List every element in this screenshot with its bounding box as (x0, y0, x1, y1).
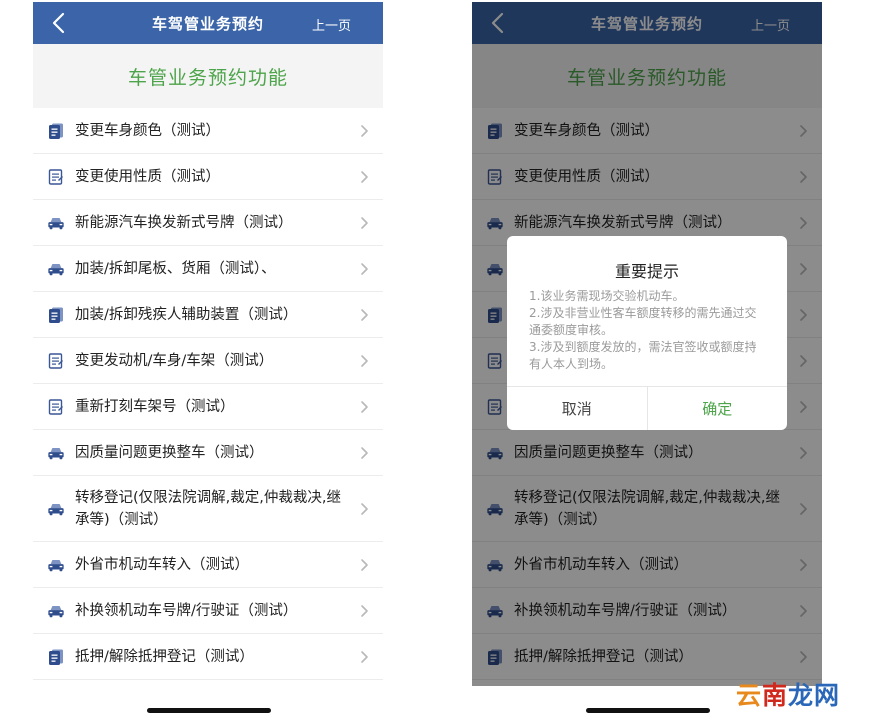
list-item-label: 变更使用性质（测试） (75, 168, 220, 185)
list-item[interactable]: 外省市机动车转入（测试） (33, 542, 383, 588)
cancel-button[interactable]: 取消 (507, 387, 648, 430)
chevron-right-icon (361, 446, 368, 459)
chevron-right-icon (361, 502, 368, 515)
chevron-right-icon (361, 308, 368, 321)
service-list: 变更车身颜色（测试） 变更使用性质（测试） 新能源汽车换发新式号牌（测试） 加装/拆卸… (33, 108, 383, 680)
list-item[interactable]: 抵押/解除抵押登记（测试） (33, 634, 383, 680)
site-watermark: 云南龙网 (736, 676, 840, 712)
chevron-right-icon (361, 650, 368, 663)
car-icon (47, 602, 65, 620)
car-icon (47, 556, 65, 574)
list-item[interactable]: 新能源汽车换发新式号牌（测试） (33, 200, 383, 246)
notice-dialog: 重要提示 1.该业务需现场交验机动车。 2.涉及非营业性客车额度转移的需先通过交… (507, 236, 787, 430)
chevron-right-icon (361, 400, 368, 413)
dialog-body: 1.该业务需现场交验机动车。 2.涉及非营业性客车额度转移的需先通过交通委额度审… (507, 288, 787, 388)
list-item-label: 重新打刻车架号（测试） (75, 398, 235, 415)
list-item-label: 外省市机动车转入（测试） (75, 556, 249, 573)
watermark-part: 龙网 (788, 681, 841, 710)
watermark-part: 云 (736, 681, 763, 710)
dialog-actions: 取消 确定 (507, 386, 787, 430)
list-item-label: 变更车身颜色（测试） (75, 122, 220, 139)
chevron-right-icon (361, 558, 368, 571)
list-item-label: 新能源汽车换发新式号牌（测试） (75, 214, 293, 231)
back-arrow-icon[interactable] (49, 12, 71, 34)
home-indicator[interactable] (147, 708, 271, 713)
phone-screen-right: 车驾管业务预约 上一页 车管业务预约功能 变更车身颜色（测试） 变更使用性质（测试… (472, 2, 822, 686)
confirm-button[interactable]: 确定 (648, 387, 788, 430)
dialog-line: 1.该业务需现场交验机动车。 (529, 289, 685, 303)
car-icon (47, 444, 65, 462)
dialog-line: 2.涉及非营业性客车额度转移的需先通过交通委额度审核。 (529, 306, 757, 337)
list-item[interactable]: 因质量问题更换整车（测试） (33, 430, 383, 476)
document-icon (47, 648, 65, 666)
list-item[interactable]: 加装/拆卸残疾人辅助装置（测试） (33, 292, 383, 338)
car-icon (47, 214, 65, 232)
list-item[interactable]: 加装/拆卸尾板、货厢（测试）、 (33, 246, 383, 292)
phone-screen-left: 车驾管业务预约 上一页 车管业务预约功能 变更车身颜色（测试） 变更使用性质（测试… (33, 2, 383, 686)
list-item[interactable]: 重新打刻车架号（测试） (33, 384, 383, 430)
document-icon (47, 122, 65, 140)
chevron-right-icon (361, 354, 368, 367)
chevron-right-icon (361, 124, 368, 137)
dialog-line: 3.涉及到额度发放的，需法官签收或额度持有人本人到场。 (529, 340, 757, 371)
watermark-part: 南 (762, 681, 789, 710)
list-item-label: 因质量问题更换整车（测试） (75, 444, 264, 461)
dialog-title: 重要提示 (614, 262, 679, 281)
chevron-right-icon (361, 604, 368, 617)
list-item-label: 抵押/解除抵押登记（测试） (75, 648, 254, 665)
list-item[interactable]: 转移登记(仅限法院调解,裁定,仲裁裁决,继承等)（测试） (33, 476, 383, 542)
section-header: 车管业务预约功能 (33, 44, 383, 108)
form-icon (47, 352, 65, 370)
home-indicator[interactable] (586, 708, 710, 713)
document-icon (47, 306, 65, 324)
list-item-label: 变更发动机/车身/车架（测试） (75, 352, 274, 369)
car-icon (47, 260, 65, 278)
previous-page-button[interactable]: 上一页 (312, 15, 351, 34)
chevron-right-icon (361, 262, 368, 275)
car-icon (47, 500, 65, 518)
form-icon (47, 168, 65, 186)
section-title: 车管业务预约功能 (127, 66, 288, 89)
list-item-label: 转移登记(仅限法院调解,裁定,仲裁裁决,继承等)（测试） (75, 489, 341, 528)
chevron-right-icon (361, 216, 368, 229)
list-item[interactable]: 变更使用性质（测试） (33, 154, 383, 200)
list-item-label: 补换领机动车号牌/行驶证（测试） (75, 602, 298, 619)
list-item[interactable]: 变更发动机/车身/车架（测试） (33, 338, 383, 384)
form-icon (47, 398, 65, 416)
list-item[interactable]: 补换领机动车号牌/行驶证（测试） (33, 588, 383, 634)
list-item[interactable]: 变更车身颜色（测试） (33, 108, 383, 154)
navbar: 车驾管业务预约 上一页 (33, 2, 383, 44)
chevron-right-icon (361, 170, 368, 183)
list-item-label: 加装/拆卸尾板、货厢（测试）、 (75, 260, 276, 277)
list-item-label: 加装/拆卸残疾人辅助装置（测试） (75, 306, 298, 323)
